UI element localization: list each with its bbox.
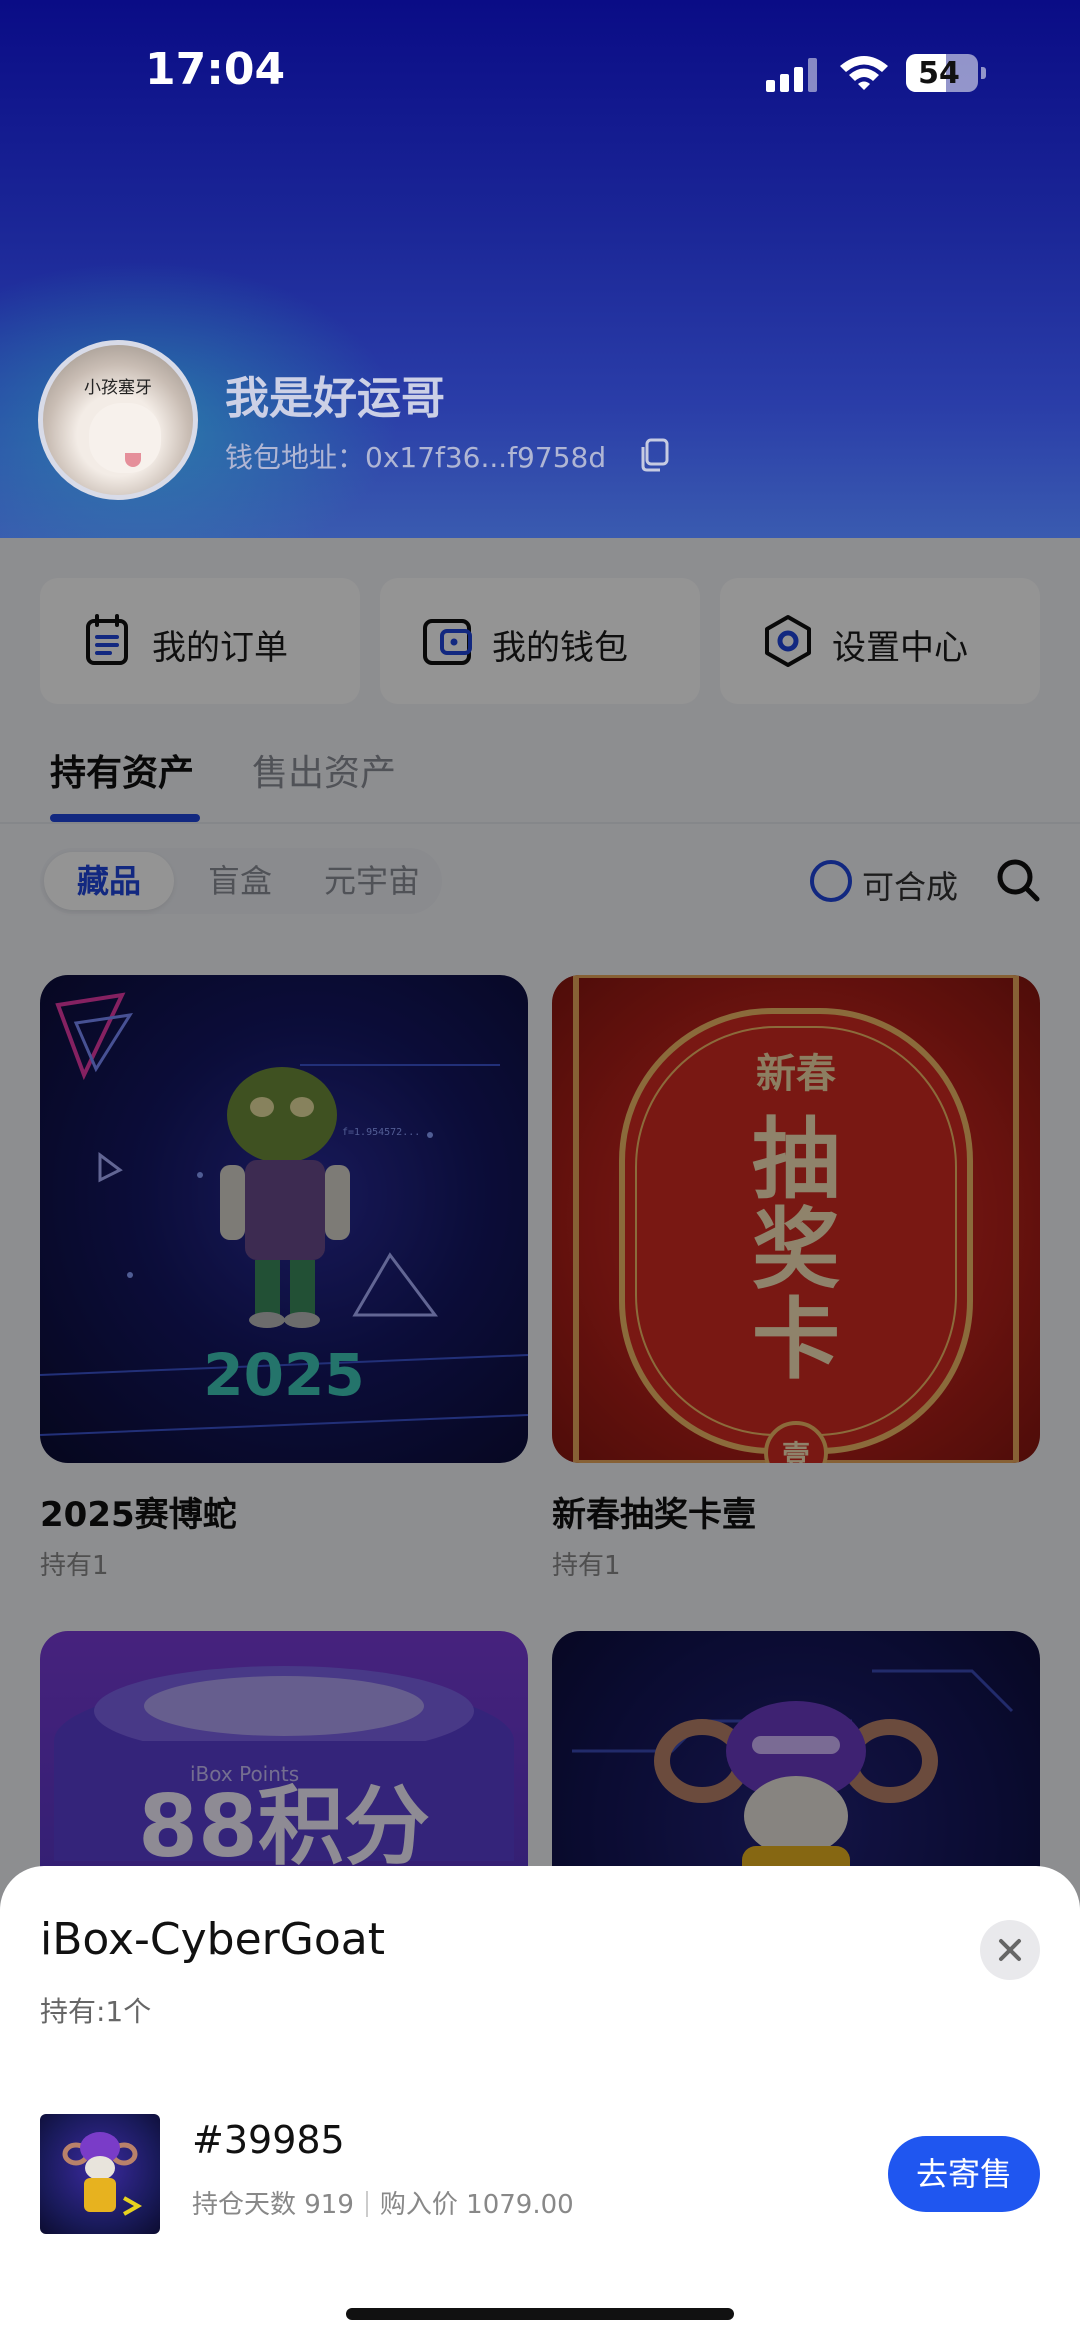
- battery-icon: 54: [906, 54, 986, 92]
- consign-button[interactable]: 去寄售: [888, 2136, 1040, 2212]
- status-time: 17:04: [145, 44, 286, 95]
- avatar[interactable]: 小孩塞牙: [38, 340, 198, 500]
- meta-divider: [365, 2191, 368, 2217]
- wifi-icon: [840, 56, 888, 90]
- copy-icon[interactable]: [638, 438, 670, 472]
- battery-level: 54: [918, 56, 960, 91]
- avatar-caption: 小孩塞牙: [84, 378, 152, 398]
- close-button[interactable]: [980, 1920, 1040, 1980]
- token-id: #39985: [192, 2118, 345, 2162]
- sheet-holding-count: 持有:1个: [40, 1995, 152, 2028]
- home-indicator[interactable]: [346, 2308, 734, 2320]
- close-icon: [999, 1939, 1021, 1961]
- purchase-price: 购入价 1079.00: [379, 2190, 574, 2220]
- token-thumbnail: [40, 2114, 160, 2234]
- cellular-signal-icon: [766, 58, 818, 92]
- holding-days: 持仓天数 919: [192, 2190, 354, 2220]
- holding-sheet: iBox-CyberGoat 持有:1个 #39985 持仓天数 919 购入价 …: [0, 1866, 1080, 2341]
- sheet-title: iBox-CyberGoat: [40, 1914, 385, 1965]
- profile-header: 17:04 54 小孩塞牙 我是好运哥 钱包地址：0x17f36...f9758…: [0, 0, 1080, 538]
- wallet-address: 钱包地址：0x17f36...f9758d: [225, 441, 607, 474]
- status-bar: 17:04 54: [0, 0, 1080, 150]
- token-meta: 持仓天数 919 购入价 1079.00: [192, 2184, 574, 2221]
- username: 我是好运哥: [225, 373, 445, 424]
